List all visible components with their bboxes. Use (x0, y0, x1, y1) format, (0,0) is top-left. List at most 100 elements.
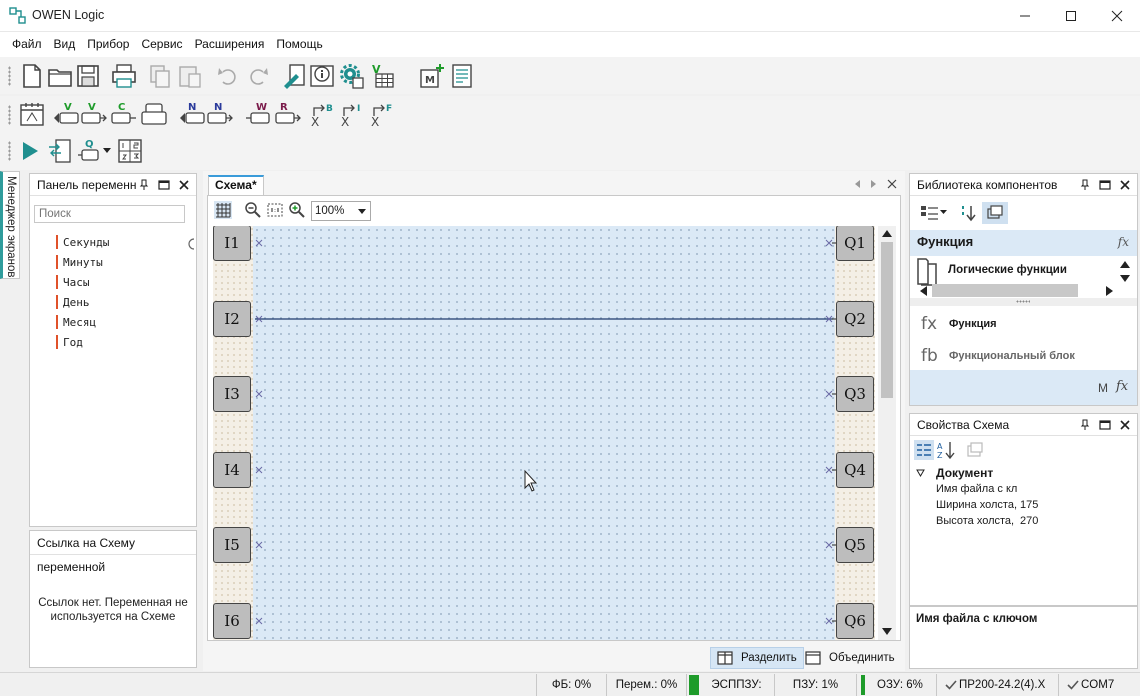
input-pin-marker[interactable] (255, 390, 263, 398)
menu-file[interactable]: Файл (6, 32, 48, 56)
collapse-arrow-icon[interactable] (916, 469, 925, 477)
variable-item[interactable]: Месяц (56, 312, 109, 332)
library-category-header[interactable]: Функция fx (910, 230, 1137, 256)
library-item-function[interactable]: fx Функция (910, 310, 1137, 338)
paste-icon[interactable] (176, 62, 204, 90)
scroll-down-icon[interactable] (882, 628, 892, 635)
output-block-q5[interactable]: Q5 (836, 527, 874, 563)
variables-search-input[interactable] (34, 205, 185, 223)
pin-icon[interactable] (1079, 179, 1091, 191)
status-device[interactable]: ПР200-24.2(4).X (936, 674, 1058, 696)
variable-item[interactable]: Год (56, 332, 109, 352)
variable-table-icon[interactable]: V (368, 62, 396, 90)
function-file-icon[interactable] (448, 62, 476, 90)
scroll-up-icon[interactable] (882, 230, 892, 237)
grid-toggle-icon[interactable] (214, 201, 232, 219)
input-block-i5[interactable]: I5 (213, 527, 251, 563)
input-pin-marker[interactable] (255, 466, 263, 474)
close-panel-icon[interactable] (1119, 179, 1131, 191)
window-mode-icon[interactable] (158, 179, 170, 191)
menu-device[interactable]: Прибор (81, 32, 135, 56)
device-settings-icon[interactable] (338, 62, 366, 90)
close-window-button[interactable] (1094, 0, 1140, 32)
output-block-q2[interactable]: Q2 (836, 301, 874, 337)
scroll-left-icon[interactable] (920, 286, 927, 296)
vertical-scrollbar[interactable] (878, 226, 896, 640)
output-pin-marker[interactable] (825, 466, 833, 474)
property-row[interactable]: Высота холста, 270 (936, 515, 1136, 531)
network-output-icon[interactable]: N (206, 100, 234, 128)
close-tab-icon[interactable] (887, 179, 897, 189)
toolbar-grip[interactable] (8, 66, 11, 86)
redo-icon[interactable] (244, 62, 272, 90)
zoom-actual-size-icon[interactable] (266, 201, 284, 219)
status-port[interactable]: COM7 (1058, 674, 1132, 696)
input-pin-marker[interactable] (255, 239, 263, 247)
pin-icon[interactable] (138, 179, 150, 191)
tab-scroll-right-icon[interactable] (871, 180, 877, 188)
network-input-icon[interactable]: N (178, 100, 206, 128)
menu-help[interactable]: Помощь (270, 32, 328, 56)
close-panel-icon[interactable] (1119, 419, 1131, 431)
toolbar-grip[interactable] (8, 141, 11, 161)
zoom-out-icon[interactable] (244, 201, 262, 219)
save-icon[interactable] (74, 62, 102, 90)
zoom-in-icon[interactable] (288, 201, 306, 219)
output-block-q4[interactable]: Q4 (836, 452, 874, 488)
schema-canvas[interactable]: I1 I2 I3 I4 I5 I6 Q1 Q2 Q3 Q4 Q5 Q6 (213, 226, 875, 640)
input-block-i4[interactable]: I4 (213, 452, 251, 488)
library-item-function-block[interactable]: fb Функциональный блок (910, 342, 1137, 370)
write-variable-icon[interactable]: W (246, 100, 274, 128)
chevron-down-icon[interactable] (103, 148, 111, 154)
macro-block-icon[interactable] (140, 100, 168, 128)
output-block-q3[interactable]: Q3 (836, 376, 874, 412)
upload-to-device-icon[interactable] (46, 137, 74, 165)
scroll-up-icon[interactable] (1120, 261, 1130, 268)
property-row[interactable]: Имя файла с кл (936, 483, 1136, 499)
minimize-button[interactable] (1002, 0, 1048, 32)
input-block-i1[interactable]: I1 (213, 226, 251, 261)
edit-device-icon[interactable] (280, 62, 308, 90)
undo-icon[interactable] (214, 62, 242, 90)
view-mode-dropdown-icon[interactable] (920, 205, 948, 221)
print-icon[interactable] (110, 62, 138, 90)
variable-item[interactable]: Минуты (56, 252, 109, 272)
bit-output-icon[interactable]: BX (308, 100, 336, 128)
scrollbar-thumb[interactable] (881, 242, 893, 398)
query-block-icon[interactable]: Q (76, 137, 104, 165)
constant-icon[interactable]: C (110, 100, 138, 128)
input-block-i2[interactable]: I2 (213, 301, 251, 337)
property-pages-icon[interactable] (966, 441, 984, 459)
zoom-level-select[interactable]: 100% (311, 201, 371, 221)
splitter[interactable] (910, 298, 1137, 306)
close-panel-icon[interactable] (178, 179, 190, 191)
sort-icon[interactable] (960, 204, 976, 222)
tab-scroll-left-icon[interactable] (855, 180, 861, 188)
output-block-q1[interactable]: Q1 (836, 226, 874, 261)
copy-icon[interactable] (146, 62, 174, 90)
library-group-row[interactable]: Логические функции (910, 256, 1137, 298)
maximize-button[interactable] (1048, 0, 1094, 32)
output-pin-marker[interactable] (825, 390, 833, 398)
input-block-i6[interactable]: I6 (213, 603, 251, 639)
macro-filter-icon[interactable]: M (1098, 381, 1108, 395)
pin-icon[interactable] (1079, 419, 1091, 431)
input-variable-icon[interactable]: V (52, 100, 80, 128)
device-info-icon[interactable] (308, 62, 336, 90)
output-variable-icon[interactable]: V (80, 100, 108, 128)
scroll-down-icon[interactable] (1120, 275, 1130, 282)
menu-service[interactable]: Сервис (135, 32, 188, 56)
open-folder-icon[interactable] (46, 62, 74, 90)
variable-item[interactable]: Секунды (56, 232, 109, 252)
merge-view-button[interactable]: Объединить (799, 647, 901, 669)
categorized-view-icon[interactable] (914, 440, 934, 460)
function-filter-icon[interactable]: fx (1116, 379, 1128, 394)
toolbar-grip[interactable] (8, 105, 11, 125)
output-pin-marker[interactable] (825, 239, 833, 247)
calendar-icon[interactable] (18, 100, 46, 128)
output-pin-marker[interactable] (825, 541, 833, 549)
execution-order-icon[interactable] (116, 137, 144, 165)
horizontal-scrollbar-thumb[interactable] (932, 284, 1078, 297)
input-pin-marker[interactable] (255, 541, 263, 549)
output-pin-marker[interactable] (825, 617, 833, 625)
